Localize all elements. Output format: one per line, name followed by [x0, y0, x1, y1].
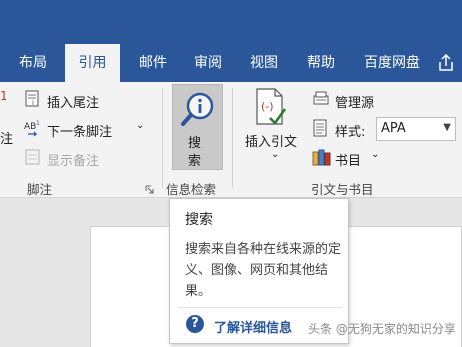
style-label: 样式: [335, 125, 366, 140]
footnotes-dialog-launcher-icon[interactable] [145, 183, 154, 198]
insert-endnote-button[interactable]: 插入尾注 [47, 92, 99, 111]
tab-baidu-netdisk[interactable]: 百度网盘 [354, 44, 430, 82]
tab-references[interactable]: 引用 [65, 44, 120, 82]
search-button[interactable]: 搜 索 [172, 84, 223, 170]
tooltip-divider [178, 307, 342, 308]
style-icon [312, 119, 330, 141]
search-info-icon [180, 91, 216, 133]
insert-footnote-partial-label[interactable]: 注 [0, 128, 13, 147]
footnote-number-icon: 1 [0, 88, 8, 108]
search-button-label-2: 索 [188, 154, 202, 169]
tab-view[interactable]: 视图 [240, 44, 288, 82]
citation-style-value: APA [381, 121, 406, 136]
learn-more-link[interactable]: 了解详细信息 [214, 317, 292, 336]
insert-endnote-icon: i [24, 90, 42, 112]
help-icon[interactable]: ? [186, 315, 204, 333]
bibliography-dropdown-icon[interactable]: ⌄ [371, 149, 379, 160]
watermark: 头条 @无狗无家的知识分享 [308, 322, 456, 336]
insert-citation-button[interactable]: 插入引文 [245, 131, 297, 150]
next-footnote-icon: AB 1 [24, 119, 44, 141]
footnotes-group-label: 脚注 [27, 182, 53, 197]
research-group-label: 信息检索 [166, 182, 217, 197]
insert-citation-icon: (-) [254, 88, 288, 130]
tab-mailings[interactable]: 邮件 [128, 44, 178, 82]
tooltip-description: 搜索来自各种在线来源的定义、图像、网页和其他结果。 [185, 242, 342, 299]
next-footnote-button[interactable]: 下一条脚注 [47, 121, 112, 140]
svg-text:AB: AB [24, 122, 36, 132]
group-separator [162, 88, 163, 188]
manage-sources-button[interactable]: 管理源 [335, 92, 374, 111]
next-footnote-dropdown-icon[interactable]: ⌄ [136, 120, 144, 131]
share-icon[interactable] [436, 53, 456, 76]
citations-group-label: 引文与书目 [311, 182, 374, 197]
bibliography-button[interactable]: 书目 [335, 150, 361, 169]
manage-sources-icon [312, 90, 330, 112]
insert-citation-dropdown-icon[interactable]: ⌄ [271, 149, 279, 160]
bibliography-icon [312, 148, 332, 170]
tab-review[interactable]: 审阅 [184, 44, 232, 82]
chevron-down-icon: ▼ [443, 122, 451, 133]
tab-help[interactable]: 帮助 [297, 44, 345, 82]
group-separator [232, 88, 233, 188]
svg-text:i: i [32, 99, 34, 107]
tab-layout[interactable]: 布局 [8, 44, 58, 82]
search-button-label-1: 搜 [188, 136, 202, 151]
title-bar [0, 0, 462, 44]
ribbon-tab-bar: 布局 引用 邮件 审阅 视图 帮助 百度网盘 [0, 44, 462, 82]
show-notes-icon [24, 148, 42, 170]
tooltip-title: 搜索 [185, 212, 213, 228]
svg-text:1: 1 [36, 120, 40, 127]
svg-text:1: 1 [0, 89, 6, 103]
svg-text:(-): (-) [261, 100, 274, 113]
citation-style-select[interactable]: APA ▼ [376, 117, 456, 141]
show-notes-button[interactable]: 显示备注 [47, 150, 99, 169]
ribbon-panel: 1 注 i 插入尾注 AB 1 下一条脚注 ⌄ 显示备注 脚注 搜 索 信息检索 … [0, 82, 462, 198]
